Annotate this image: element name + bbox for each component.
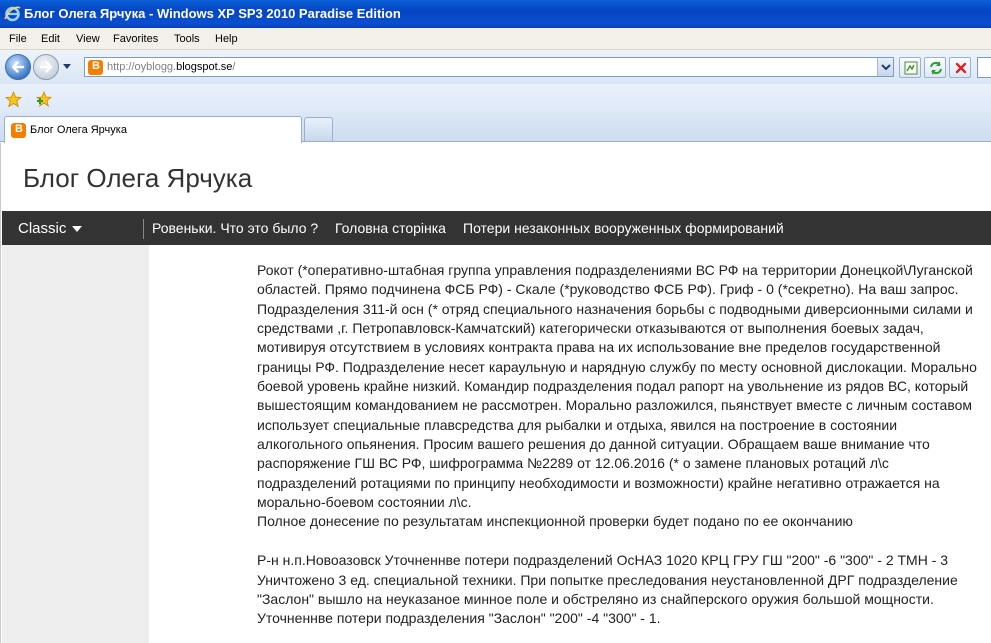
tab-bar: B Блог Олега Ярчука bbox=[0, 112, 991, 143]
ie-logo-icon bbox=[4, 6, 21, 22]
nav-link-home[interactable]: Головна сторінка bbox=[335, 220, 446, 236]
article-line: морально-боевом состоянии л\с. bbox=[257, 494, 472, 511]
window-title: Блог Олега Ярчука - Windows XP SP3 2010 … bbox=[24, 6, 401, 21]
sidebar bbox=[2, 245, 149, 643]
article-line: границы РФ. Подразделение несет караульн… bbox=[257, 358, 977, 375]
blog-navbar: Classic Ровеньки. Что это было ? Головна… bbox=[2, 211, 991, 245]
article-line: Уничтожено 3 ед. специальной техники. Пр… bbox=[257, 571, 958, 588]
nav-link-rovenki[interactable]: Ровеньки. Что это было ? bbox=[152, 220, 318, 236]
menu-help[interactable]: Help bbox=[215, 32, 238, 46]
article-line: средствами ,г. Петропавловск-Камчатский)… bbox=[257, 320, 924, 337]
menu-bar: File Edit View Favorites Tools Help bbox=[0, 28, 991, 50]
article-line: вышестоящим командованием не рассмотрен.… bbox=[257, 397, 973, 414]
article-line: "Заслон" вышло на неуказаное минное поле… bbox=[257, 590, 934, 607]
address-bar[interactable]: B http://oyblogg.blogspot.se/ bbox=[84, 57, 894, 77]
compatibility-view-icon bbox=[904, 61, 918, 75]
menu-file[interactable]: File bbox=[9, 32, 27, 46]
address-url: http://oyblogg.blogspot.se/ bbox=[107, 61, 236, 73]
menu-view[interactable]: View bbox=[76, 32, 100, 46]
article-line: областей. Прямо подчинена ФСБ РФ) - Скал… bbox=[257, 281, 959, 298]
stop-icon bbox=[955, 62, 967, 74]
tab-label: Блог Олега Ярчука bbox=[30, 124, 127, 136]
page-content: Блог Олега Ярчука Classic Ровеньки. Что … bbox=[0, 143, 991, 643]
article-line: Р-н н.п.Новоазовск Уточненнве потери под… bbox=[257, 552, 949, 569]
refresh-icon bbox=[930, 61, 942, 75]
caret-down-icon[interactable] bbox=[72, 226, 82, 232]
blogger-favicon-icon: B bbox=[88, 60, 103, 75]
article-line: Подразделения 311-й осн (* отряд специал… bbox=[257, 300, 973, 317]
article-line: Рокот (*оперативно-штабная группа управл… bbox=[257, 262, 973, 278]
refresh-button[interactable] bbox=[924, 57, 946, 78]
article-line: использует специальные плавсредства для … bbox=[257, 416, 898, 433]
menu-tools[interactable]: Tools bbox=[174, 32, 200, 46]
history-dropdown-icon[interactable] bbox=[62, 63, 72, 71]
blog-title[interactable]: Блог Олега Ярчука bbox=[23, 163, 252, 194]
stop-button[interactable] bbox=[949, 57, 971, 78]
nav-link-losses[interactable]: Потери незаконных вооруженных формирован… bbox=[463, 220, 784, 236]
article-line: боевой уровень крайне низкий. Командир п… bbox=[257, 378, 969, 395]
back-button[interactable] bbox=[5, 54, 31, 80]
article-line: распоряжение ГШ ВС РФ, шифрограмма №2289… bbox=[257, 455, 889, 472]
view-selector[interactable]: Classic bbox=[18, 220, 66, 237]
forward-button[interactable] bbox=[33, 54, 59, 80]
menu-edit[interactable]: Edit bbox=[41, 32, 60, 46]
back-arrow-icon bbox=[11, 61, 25, 73]
compatibility-view-button[interactable] bbox=[899, 57, 921, 78]
article-line: Уточненнве потери подразделения "Заслон"… bbox=[257, 610, 661, 627]
article-line: Полное донесение по результатам инспекци… bbox=[257, 513, 853, 530]
favorites-star-icon[interactable] bbox=[5, 91, 22, 108]
forward-arrow-icon bbox=[39, 61, 53, 73]
chevron-down-icon bbox=[881, 64, 891, 71]
blogger-favicon-icon: B bbox=[11, 123, 26, 138]
nav-divider bbox=[143, 219, 144, 239]
menu-favorites[interactable]: Favorites bbox=[113, 32, 158, 46]
article-body: Рокот (*оперативно-штабная группа управл… bbox=[257, 261, 991, 629]
article-line: подразделений ротациями по принципу необ… bbox=[257, 474, 940, 491]
address-dropdown-button[interactable] bbox=[877, 58, 893, 76]
favorites-bar bbox=[0, 84, 991, 112]
new-tab-button[interactable] bbox=[304, 117, 333, 141]
tab-blog[interactable]: B Блог Олега Ярчука bbox=[4, 116, 302, 143]
window-titlebar: Блог Олега Ярчука - Windows XP SP3 2010 … bbox=[0, 0, 991, 28]
article-line: мотивируя отсутствием в условиях контрак… bbox=[257, 339, 941, 356]
article-line: алкогольного опьянения. Просим вашего ре… bbox=[257, 436, 930, 453]
search-box-edge[interactable] bbox=[977, 57, 991, 78]
add-to-favorites-icon[interactable] bbox=[35, 91, 53, 108]
